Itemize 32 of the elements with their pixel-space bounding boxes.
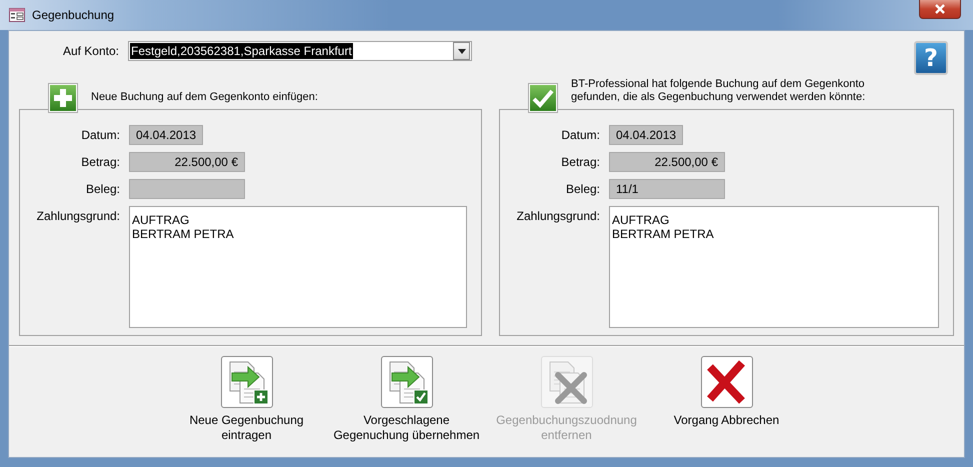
account-dropdown[interactable]: Festgeld,203562381,Sparkasse Frankfurt: [128, 41, 472, 61]
readonly-field[interactable]: 11/1: [609, 179, 725, 199]
form-icon: [9, 8, 25, 22]
field-label: Zahlungsgrund:: [516, 208, 600, 225]
close-button[interactable]: [919, 0, 961, 19]
action-label: Neue Gegenbuchung eintragen: [189, 413, 304, 443]
action-label: Gegenbuchungszuodnung entfernen: [496, 413, 637, 443]
panel-caption: BT-Professional hat folgende Buchung auf dem Gegenkonto gefunden, die als Gegenbuchung verwendet werden könnte:: [571, 78, 866, 104]
field-label: Beleg:: [564, 181, 600, 198]
help-button[interactable]: ?: [914, 41, 948, 75]
field-label: Beleg:: [84, 181, 120, 198]
panel-caption: Neue Buchung auf dem Gegenkonto einfügen:: [91, 91, 319, 104]
field-label: Betrag:: [80, 154, 120, 171]
reason-textarea[interactable]: AUFTRAG BERTRAM PETRA: [609, 206, 939, 328]
readonly-field[interactable]: 22.500,00 €: [609, 152, 725, 172]
readonly-field[interactable]: 22.500,00 €: [129, 152, 245, 172]
add-button[interactable]: [220, 356, 272, 408]
readonly-field[interactable]: [129, 179, 245, 199]
cancel-button[interactable]: [700, 356, 752, 408]
accept-button[interactable]: [380, 356, 432, 408]
account-label: Auf Konto:: [62, 44, 119, 58]
close-icon: [934, 4, 946, 14]
action-label: Vorgeschlagene Gegenuchung übernehmen: [333, 413, 480, 443]
readonly-field[interactable]: 04.04.2013: [609, 125, 683, 145]
action-label: Vorgang Abbrechen: [674, 413, 780, 428]
reason-textarea[interactable]: AUFTRAG BERTRAM PETRA: [129, 206, 467, 328]
window-title: Gegenbuchung: [32, 8, 114, 22]
field-label: Datum:: [560, 127, 600, 144]
field-label: Zahlungsgrund:: [36, 208, 120, 225]
field-label: Datum:: [80, 127, 120, 144]
field-label: Betrag:: [560, 154, 600, 171]
readonly-field[interactable]: 04.04.2013: [129, 125, 203, 145]
